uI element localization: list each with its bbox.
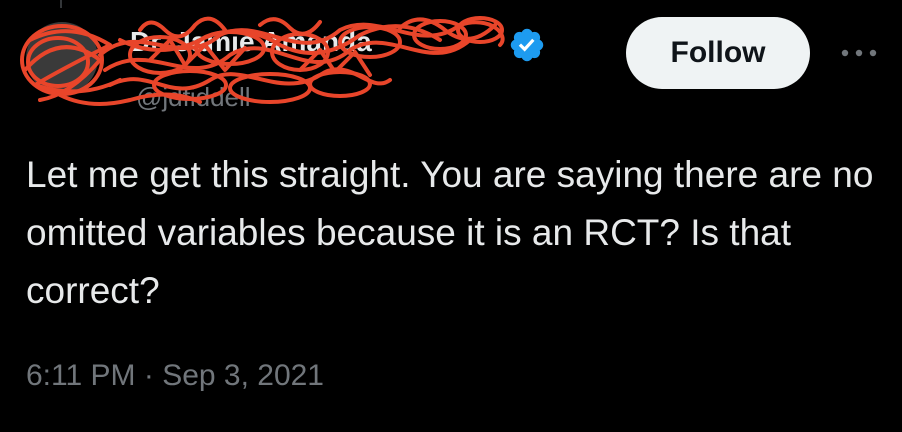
author-display-name[interactable]: Dr. Jamie Amanda (130, 26, 372, 58)
more-options-icon[interactable] (836, 36, 882, 70)
tweet-header: Dr. Jamie Amanda @jdfiddell Follow (0, 0, 902, 120)
follow-button[interactable]: Follow (626, 17, 810, 89)
verified-badge-icon[interactable] (508, 26, 546, 64)
avatar[interactable] (26, 22, 98, 94)
tweet-date[interactable]: Sep 3, 2021 (162, 359, 324, 392)
author-handle[interactable]: @jdfiddell (136, 82, 251, 113)
tweet-text: Let me get this straight. You are saying… (26, 154, 874, 311)
timestamp-separator: · (143, 359, 154, 393)
author-names[interactable]: Dr. Jamie Amanda @jdfiddell (130, 20, 550, 113)
tweet-timestamp[interactable]: 6:11 PM · Sep 3, 2021 (26, 358, 324, 393)
tweet-time[interactable]: 6:11 PM (26, 359, 136, 392)
